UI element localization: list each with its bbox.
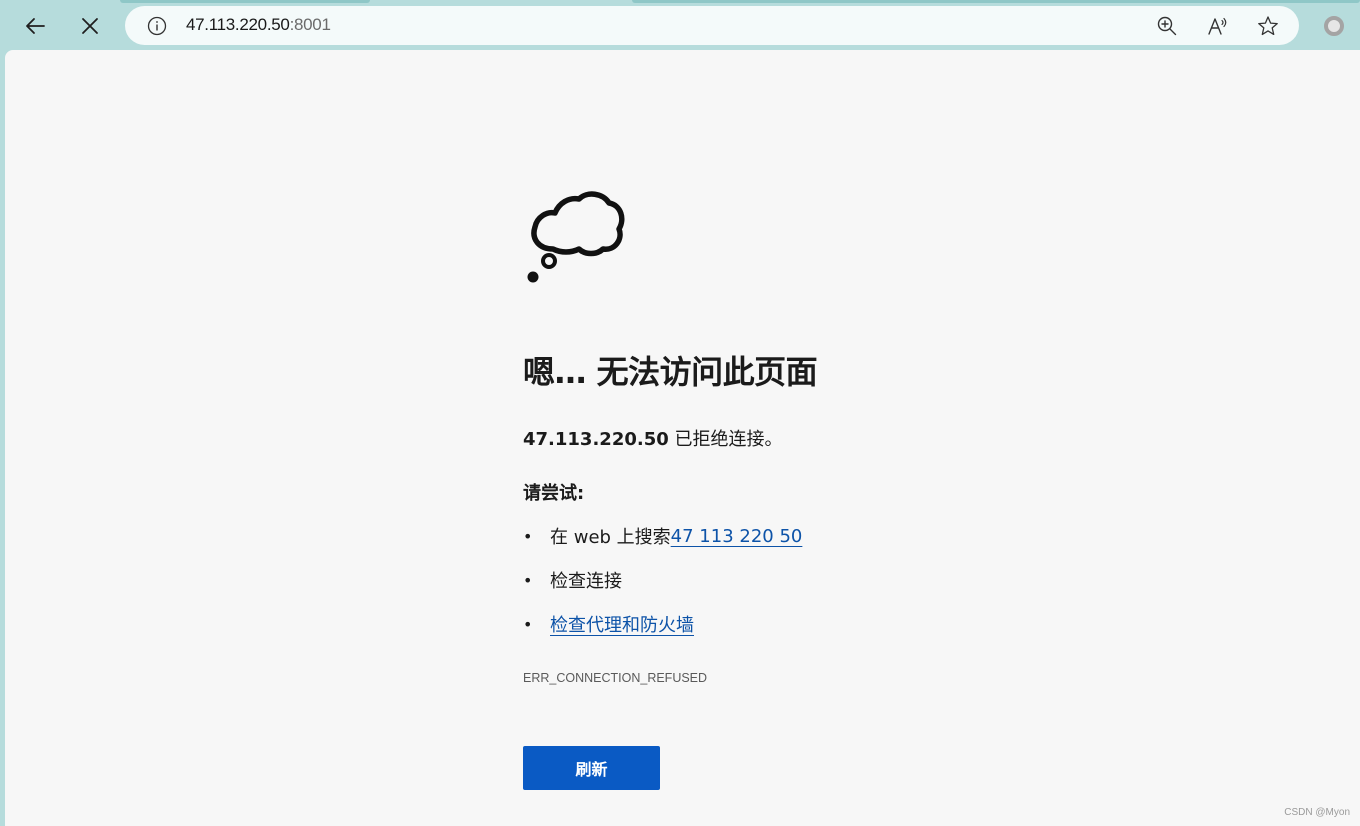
zoom-button[interactable]	[1155, 14, 1179, 38]
check-proxy-link[interactable]: 检查代理和防火墙	[550, 611, 694, 637]
close-icon	[82, 18, 98, 34]
url-host: 47.113.220.50	[186, 15, 290, 34]
list-item-search: • 在 web 上搜索 47 113 220 50	[523, 523, 802, 549]
watermark: CSDN @Myon⁠⁠	[1284, 807, 1350, 818]
back-button[interactable]	[17, 8, 53, 44]
refused-host: 47.113.220.50	[523, 429, 669, 450]
refresh-button[interactable]: 刷新	[523, 746, 660, 790]
error-code: ERR_CONNECTION_REFUSED	[523, 671, 708, 685]
try-label: 请尝试:	[523, 483, 585, 504]
bullet: •	[523, 570, 533, 590]
browser-toolbar: 47.113.220.50:8001	[0, 0, 1360, 50]
tab-strip-edge	[120, 0, 370, 3]
info-icon[interactable]	[147, 16, 167, 36]
refused-message: 47.113.220.50 已拒绝连接。	[523, 425, 783, 451]
address-bar[interactable]: 47.113.220.50:8001	[125, 6, 1299, 45]
page-heading: 嗯… 无法访问此页面	[523, 353, 818, 391]
search-prefix: 在 web 上搜索	[550, 527, 671, 548]
stop-loading-button[interactable]	[72, 8, 108, 44]
check-connection-text: 检查连接	[550, 571, 622, 592]
tab-strip-edge	[632, 0, 1360, 3]
back-arrow-icon	[26, 18, 45, 34]
bullet: •	[523, 526, 533, 546]
url-text[interactable]: 47.113.220.50:8001	[186, 15, 331, 35]
error-page: 嗯… 无法访问此页面 47.113.220.50 已拒绝连接。 请尝试: • 在…	[5, 50, 1360, 826]
refused-text: 已拒绝连接。	[668, 429, 783, 450]
thought-cloud-icon	[527, 191, 625, 283]
list-item-check-connection: • 检查连接	[523, 567, 622, 593]
list-item-check-proxy: • 检查代理和防火墙	[523, 611, 694, 637]
favorite-button[interactable]	[1256, 14, 1280, 38]
star-icon	[1258, 16, 1278, 36]
zoom-in-icon	[1157, 16, 1177, 36]
url-port: :8001	[289, 15, 331, 34]
bullet: •	[523, 614, 533, 634]
profile-icon[interactable]	[1324, 16, 1344, 36]
read-aloud-button[interactable]	[1206, 14, 1230, 38]
read-aloud-icon	[1208, 17, 1227, 35]
search-web-link[interactable]: 47 113 220 50	[671, 526, 803, 547]
